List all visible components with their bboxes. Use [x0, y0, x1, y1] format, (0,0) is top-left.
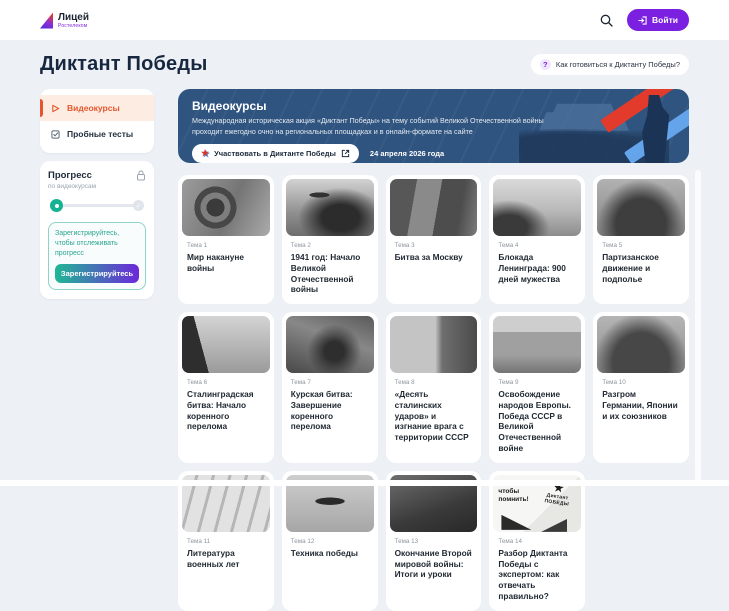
course-theme-badge: Тема 3: [395, 242, 473, 249]
progress-slider[interactable]: ✓: [50, 199, 144, 212]
page-title: Диктант Победы: [40, 53, 208, 76]
course-thumbnail: [182, 179, 270, 236]
external-link-icon: [341, 149, 350, 158]
course-title: Окончание Второй мировой войны: Итоги и …: [395, 548, 473, 580]
site-logo[interactable]: Лицей Ростелеком: [40, 12, 89, 29]
login-button-label: Войти: [652, 15, 678, 25]
footer-edge: [0, 480, 729, 486]
banner-description: Международная историческая акция «Диктан…: [192, 116, 557, 138]
progress-subtitle: по видеокурсам: [48, 183, 96, 190]
courses-grid: Тема 1 Мир накануне войны Тема 2 1941 го…: [178, 175, 689, 611]
event-date: 24 апреля 2026 года: [370, 149, 444, 158]
help-link[interactable]: ? Как готовиться к Диктанту Победы?: [531, 54, 689, 75]
sidebar: Видеокурсы Пробные тесты Прогресс по вид…: [40, 89, 154, 299]
logo-subtitle: Ростелеком: [58, 23, 89, 29]
progress-complete-check-icon: ✓: [133, 200, 144, 211]
logo-triangle-icon: [40, 13, 53, 29]
course-title: Техника победы: [291, 548, 369, 559]
course-thumbnail: [493, 316, 581, 373]
course-theme-badge: Тема 8: [395, 379, 473, 386]
course-title: Партизанское движение и подполье: [602, 252, 680, 284]
course-card[interactable]: Тема 8 «Десять сталинских ударов» и изгн…: [386, 312, 482, 463]
course-theme-badge: Тема 11: [187, 538, 265, 545]
course-thumbnail: [286, 316, 374, 373]
question-mark-icon: ?: [540, 59, 551, 70]
course-card[interactable]: Тема 12 Техника победы: [282, 471, 378, 611]
course-card[interactable]: Тема 1 Мир накануне войны: [178, 175, 274, 304]
course-card[interactable]: Тема 10 Разгром Германии, Японии и их со…: [593, 312, 689, 463]
header: Лицей Ростелеком Войти: [0, 0, 729, 40]
progress-title: Прогресс: [48, 170, 96, 181]
scrollbar[interactable]: [695, 170, 701, 482]
course-title: Курская битва: Завершение коренного пере…: [291, 389, 369, 432]
register-note-box: Зарегистрируйтесь, чтобы отслеживать про…: [48, 222, 146, 290]
course-card[interactable]: Тема 13 Окончание Второй мировой войны: …: [386, 471, 482, 611]
course-theme-badge: Тема 13: [395, 538, 473, 545]
course-title: Разгром Германии, Японии и их союзников: [602, 389, 680, 421]
course-theme-badge: Тема 2: [291, 242, 369, 249]
course-title: Мир накануне войны: [187, 252, 265, 274]
play-icon: [51, 104, 60, 113]
sidebar-item-label: Пробные тесты: [67, 129, 133, 139]
course-card[interactable]: Тема 7 Курская битва: Завершение коренно…: [282, 312, 378, 463]
course-theme-badge: Тема 12: [291, 538, 369, 545]
logo-title: Лицей: [58, 12, 89, 23]
search-icon[interactable]: [600, 14, 613, 27]
main-content: Видеокурсы Международная историческая ак…: [178, 89, 689, 611]
course-theme-badge: Тема 9: [498, 379, 576, 386]
course-thumbnail: [597, 316, 685, 373]
course-card[interactable]: Тема 6 Сталинградская битва: Начало коре…: [178, 312, 274, 463]
course-card[interactable]: Тема 3 Битва за Москву: [386, 175, 482, 304]
course-theme-badge: Тема 10: [602, 379, 680, 386]
course-thumbnail: [182, 316, 270, 373]
course-thumbnail: [597, 179, 685, 236]
course-title: Освобождение народов Европы. Победа СССР…: [498, 389, 576, 454]
participate-button[interactable]: ★ Участвовать в Диктанте Победы: [192, 144, 359, 163]
course-card[interactable]: Тема 2 1941 год: Начало Великой Отечеств…: [282, 175, 378, 304]
course-title: «Десять сталинских ударов» и изгнание вр…: [395, 389, 473, 443]
course-title: Разбор Диктанта Победы с экспертом: как …: [498, 548, 576, 602]
course-thumbnail: [286, 179, 374, 236]
course-theme-badge: Тема 1: [187, 242, 265, 249]
sidebar-item-tests[interactable]: Пробные тесты: [40, 121, 154, 147]
course-card[interactable]: Знать, чтобы помнить!★Диктант ПОБЕДЫ Тем…: [489, 471, 585, 611]
course-thumbnail: [390, 316, 478, 373]
course-card[interactable]: Тема 5 Партизанское движение и подполье: [593, 175, 689, 304]
course-title: Литература военных лет: [187, 548, 265, 570]
course-theme-badge: Тема 7: [291, 379, 369, 386]
course-card[interactable]: Тема 9 Освобождение народов Европы. Побе…: [489, 312, 585, 463]
course-theme-badge: Тема 4: [498, 242, 576, 249]
lock-icon: [136, 170, 146, 181]
course-title: 1941 год: Начало Великой Отечественной в…: [291, 252, 369, 295]
course-card[interactable]: Тема 11 Литература военных лет: [178, 471, 274, 611]
course-title: Сталинградская битва: Начало коренного п…: [187, 389, 265, 432]
course-theme-badge: Тема 5: [602, 242, 680, 249]
register-button[interactable]: Зарегистрируйтесь: [55, 264, 139, 283]
participate-button-label: Участвовать в Диктанте Победы: [214, 149, 336, 158]
progress-handle[interactable]: [50, 199, 63, 212]
register-note: Зарегистрируйтесь, чтобы отслеживать про…: [55, 229, 139, 258]
course-card[interactable]: Тема 4 Блокада Ленинграда: 900 дней муже…: [489, 175, 585, 304]
banner-title: Видеокурсы: [192, 99, 675, 113]
course-thumbnail: [493, 179, 581, 236]
course-title: Блокада Ленинграда: 900 дней мужества: [498, 252, 576, 284]
course-theme-badge: Тема 14: [498, 538, 576, 545]
course-title: Битва за Москву: [395, 252, 473, 263]
progress-track: [55, 204, 139, 207]
videocourses-banner: Видеокурсы Международная историческая ак…: [178, 89, 689, 163]
course-theme-badge: Тема 6: [187, 379, 265, 386]
login-button[interactable]: Войти: [627, 9, 689, 31]
victory-star-icon: ★: [201, 149, 209, 158]
login-arrow-icon: [638, 16, 647, 25]
course-thumbnail: [390, 179, 478, 236]
progress-card: Прогресс по видеокурсам ✓ Зарегистрируйт…: [40, 161, 154, 299]
sidebar-item-videocourses[interactable]: Видеокурсы: [40, 95, 154, 121]
test-checkbox-icon: [51, 130, 60, 139]
sidebar-item-label: Видеокурсы: [67, 103, 120, 113]
help-link-label: Как готовиться к Диктанту Победы?: [556, 60, 680, 69]
sidebar-menu: Видеокурсы Пробные тесты: [40, 89, 154, 153]
